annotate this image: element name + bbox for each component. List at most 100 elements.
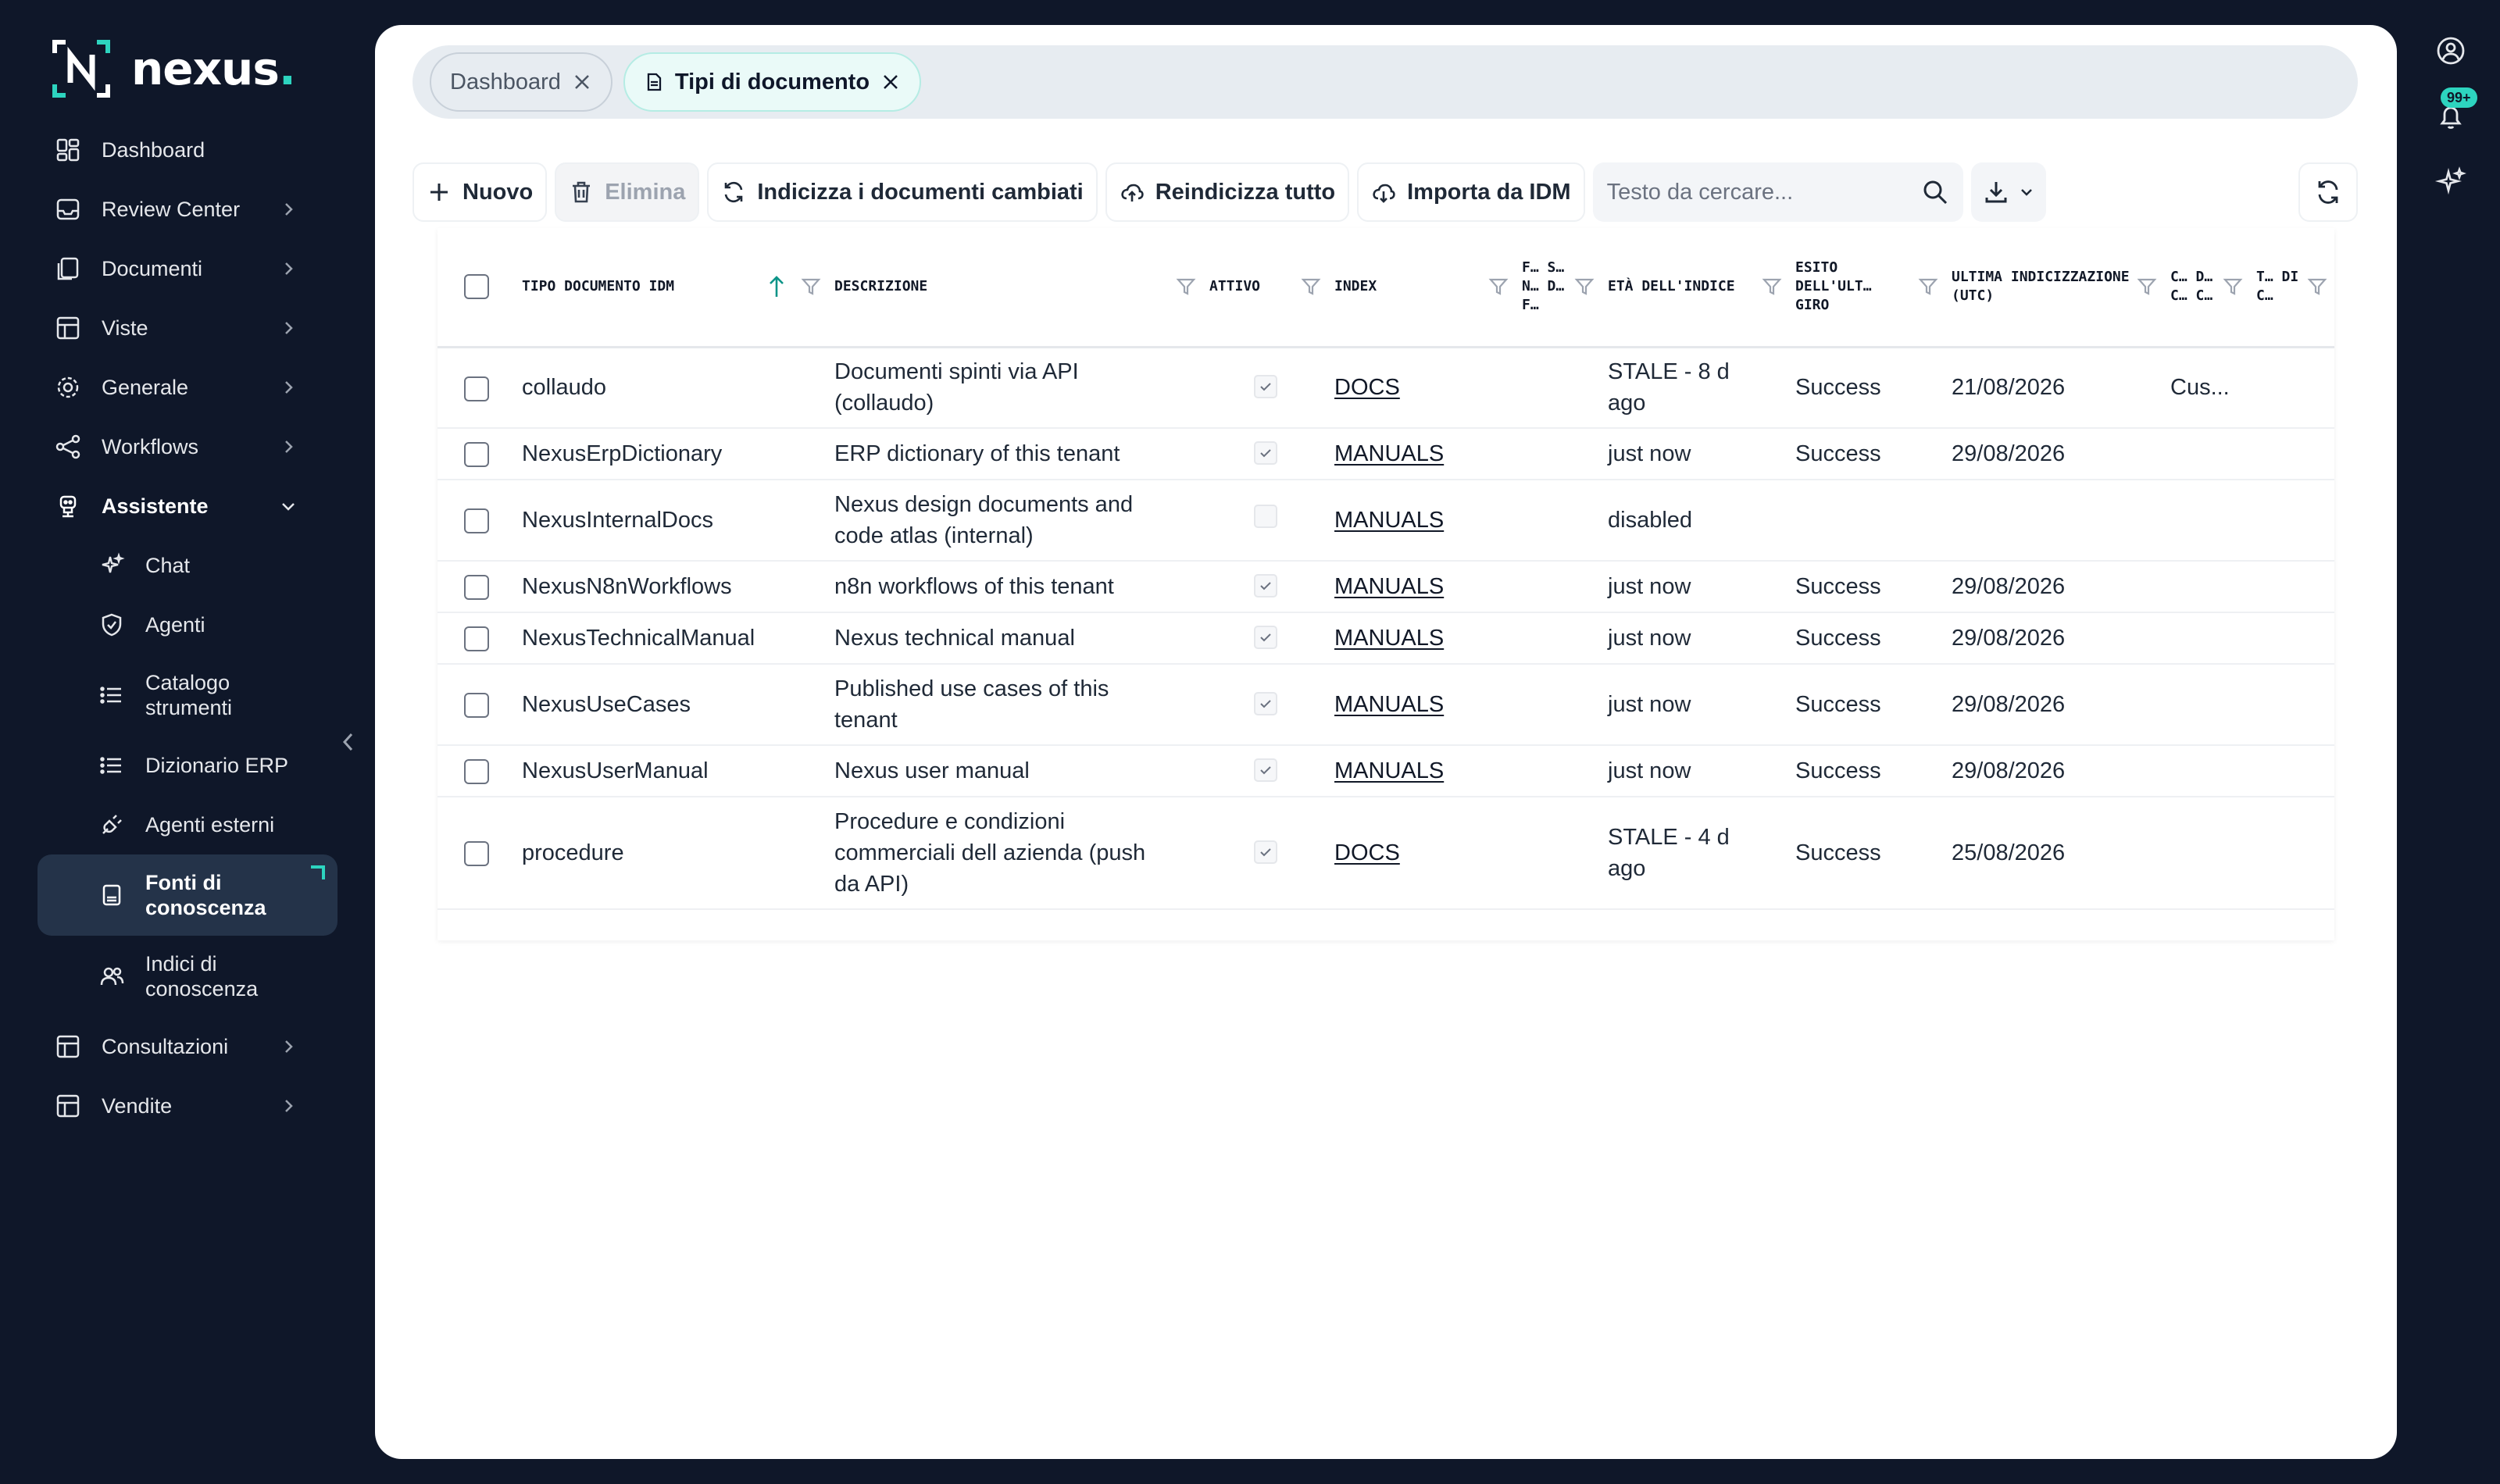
row-checkbox[interactable]: [464, 693, 489, 719]
column-header-tdic[interactable]: T… DI C…: [2250, 228, 2334, 347]
index-link[interactable]: MANUALS: [1334, 508, 1444, 533]
reindex-changed-button[interactable]: Indicizza i documenti cambiati: [707, 162, 1098, 222]
cell-index[interactable]: DOCS: [1328, 797, 1516, 909]
search-icon[interactable]: [1921, 178, 1949, 206]
table-row[interactable]: NexusUserManual Nexus user manual MANUALS j…: [438, 745, 2334, 797]
index-link[interactable]: MANUALS: [1334, 441, 1444, 466]
user-circle-icon[interactable]: [2434, 34, 2467, 67]
cell-index[interactable]: MANUALS: [1328, 480, 1516, 561]
column-header-attivo[interactable]: Attivo: [1203, 228, 1328, 347]
cell-index[interactable]: MANUALS: [1328, 612, 1516, 664]
close-icon[interactable]: [572, 72, 592, 92]
cell-esito-text: Success: [1795, 574, 1881, 599]
column-header-index[interactable]: Index: [1328, 228, 1516, 347]
cell-index[interactable]: MANUALS: [1328, 745, 1516, 797]
cell-tdic: [2250, 428, 2334, 480]
sidebar-item-documenti[interactable]: Documenti: [38, 239, 338, 298]
refresh-button[interactable]: [2298, 162, 2358, 222]
sidebar-item-agenti[interactable]: Agenti: [38, 595, 338, 655]
cell-cdcc: [2164, 561, 2250, 612]
filter-icon[interactable]: [2222, 276, 2244, 298]
table-row[interactable]: NexusTechnicalManual Nexus technical manu…: [438, 612, 2334, 664]
close-icon[interactable]: [880, 72, 901, 92]
column-header-esito[interactable]: Esito dell'ult… giro: [1789, 228, 1945, 347]
export-button[interactable]: [1970, 162, 2046, 222]
cell-ultima-text: 21/08/2026: [1952, 375, 2066, 401]
sort-ascending-icon[interactable]: [766, 273, 788, 300]
filter-icon[interactable]: [1917, 276, 1939, 298]
index-link[interactable]: DOCS: [1334, 840, 1400, 865]
sidebar-item-generale[interactable]: Generale: [38, 358, 338, 417]
index-link[interactable]: MANUALS: [1334, 574, 1444, 599]
import-idm-button[interactable]: Importa da IDM: [1357, 162, 1585, 222]
row-checkbox[interactable]: [464, 626, 489, 652]
sidebar-item-agenti-esterni[interactable]: Agenti esterni: [38, 795, 338, 854]
column-header-eta-indice[interactable]: Età dell'indice: [1602, 228, 1789, 347]
index-link[interactable]: MANUALS: [1334, 692, 1444, 717]
row-checkbox[interactable]: [464, 442, 489, 468]
filter-icon[interactable]: [800, 276, 822, 298]
sidebar-item-assistente[interactable]: Assistente: [38, 476, 338, 536]
filter-icon[interactable]: [2136, 276, 2158, 298]
column-header-fsndf[interactable]: F… S… N… D… F…: [1516, 228, 1602, 347]
sidebar-item-vendite[interactable]: Vendite: [38, 1076, 338, 1136]
filter-icon[interactable]: [1488, 276, 1509, 298]
cell-index[interactable]: MANUALS: [1328, 664, 1516, 745]
collapse-sidebar-icon[interactable]: [338, 728, 359, 756]
table-row[interactable]: procedure Procedure e condizioni commerci…: [438, 797, 2334, 909]
chevron-right-icon: [280, 260, 297, 277]
sidebar-item-consultazioni[interactable]: Consultazioni: [38, 1017, 338, 1076]
table-row[interactable]: NexusN8nWorkflows n8n workflows of this t…: [438, 561, 2334, 612]
column-header-ultima-indicizzazione[interactable]: Ultima indicizzazione (UTC): [1945, 228, 2164, 347]
row-checkbox[interactable]: [464, 759, 489, 785]
table-row[interactable]: collaudo Documenti spinti via API (collau…: [438, 347, 2334, 428]
cell-index[interactable]: DOCS: [1328, 347, 1516, 428]
ai-sparkle-icon[interactable]: [2434, 166, 2467, 198]
sidebar-item-fonti-di-conoscenza[interactable]: Fonti di conoscenza: [38, 854, 338, 936]
filter-icon[interactable]: [1175, 276, 1197, 298]
row-checkbox[interactable]: [464, 841, 489, 867]
column-header-tipo[interactable]: Tipo documento IDM: [516, 228, 828, 347]
brand-logo[interactable]: nexus.: [52, 37, 296, 100]
index-link[interactable]: DOCS: [1334, 375, 1400, 400]
row-checkbox[interactable]: [464, 508, 489, 534]
select-all-checkbox[interactable]: [464, 274, 489, 300]
sidebar-item-workflows[interactable]: Workflows: [38, 417, 338, 476]
filter-icon[interactable]: [1573, 276, 1595, 298]
row-select-cell: [438, 745, 516, 797]
sidebar-item-dizionario-erp[interactable]: Dizionario ERP: [38, 736, 338, 795]
new-button[interactable]: Nuovo: [412, 162, 548, 222]
reindex-all-button[interactable]: Reindicizza tutto: [1105, 162, 1350, 222]
row-checkbox[interactable]: [464, 575, 489, 601]
sidebar-item-indici-di-conoscenza[interactable]: Indici di conoscenza: [38, 936, 338, 1017]
sidebar-item-dashboard[interactable]: Dashboard: [38, 120, 338, 180]
cell-attivo: [1203, 561, 1328, 612]
cell-descrizione-text: Nexus design documents and code atlas (i…: [834, 492, 1134, 548]
filter-icon[interactable]: [1300, 276, 1322, 298]
delete-button[interactable]: Elimina: [555, 162, 700, 222]
list-icon: [98, 752, 125, 779]
sidebar-item-chat[interactable]: Chat: [38, 536, 338, 595]
sidebar-item-catalogo-strumenti[interactable]: Catalogo strumenti: [38, 655, 338, 736]
sidebar-item-review-center[interactable]: Review Center: [38, 180, 338, 239]
table-row[interactable]: NexusErpDictionary ERP dictionary of this…: [438, 428, 2334, 480]
cell-tipo-text: NexusN8nWorkflows: [522, 574, 732, 599]
cell-index[interactable]: MANUALS: [1328, 428, 1516, 480]
row-checkbox[interactable]: [464, 376, 489, 401]
list-icon: [98, 682, 125, 708]
search-input[interactable]: [1606, 179, 1921, 205]
table-row[interactable]: NexusInternalDocs Nexus design documents …: [438, 480, 2334, 561]
column-header-descrizione[interactable]: Descrizione: [828, 228, 1203, 347]
cell-index[interactable]: MANUALS: [1328, 561, 1516, 612]
index-link[interactable]: MANUALS: [1334, 758, 1444, 783]
filter-icon[interactable]: [2306, 276, 2328, 298]
tab-dashboard[interactable]: Dashboard: [430, 52, 612, 112]
filter-icon[interactable]: [1761, 276, 1783, 298]
tab-tipi-di-documento[interactable]: Tipi di documento: [623, 52, 922, 112]
cell-esito: Success: [1789, 561, 1945, 612]
sidebar-item-viste[interactable]: Viste: [38, 298, 338, 358]
table-row[interactable]: NexusUseCases Published use cases of this…: [438, 664, 2334, 745]
index-link[interactable]: MANUALS: [1334, 626, 1444, 651]
cell-ultima: 25/08/2026: [1945, 797, 2164, 909]
column-header-cdcc[interactable]: C… D… C… C…: [2164, 228, 2250, 347]
